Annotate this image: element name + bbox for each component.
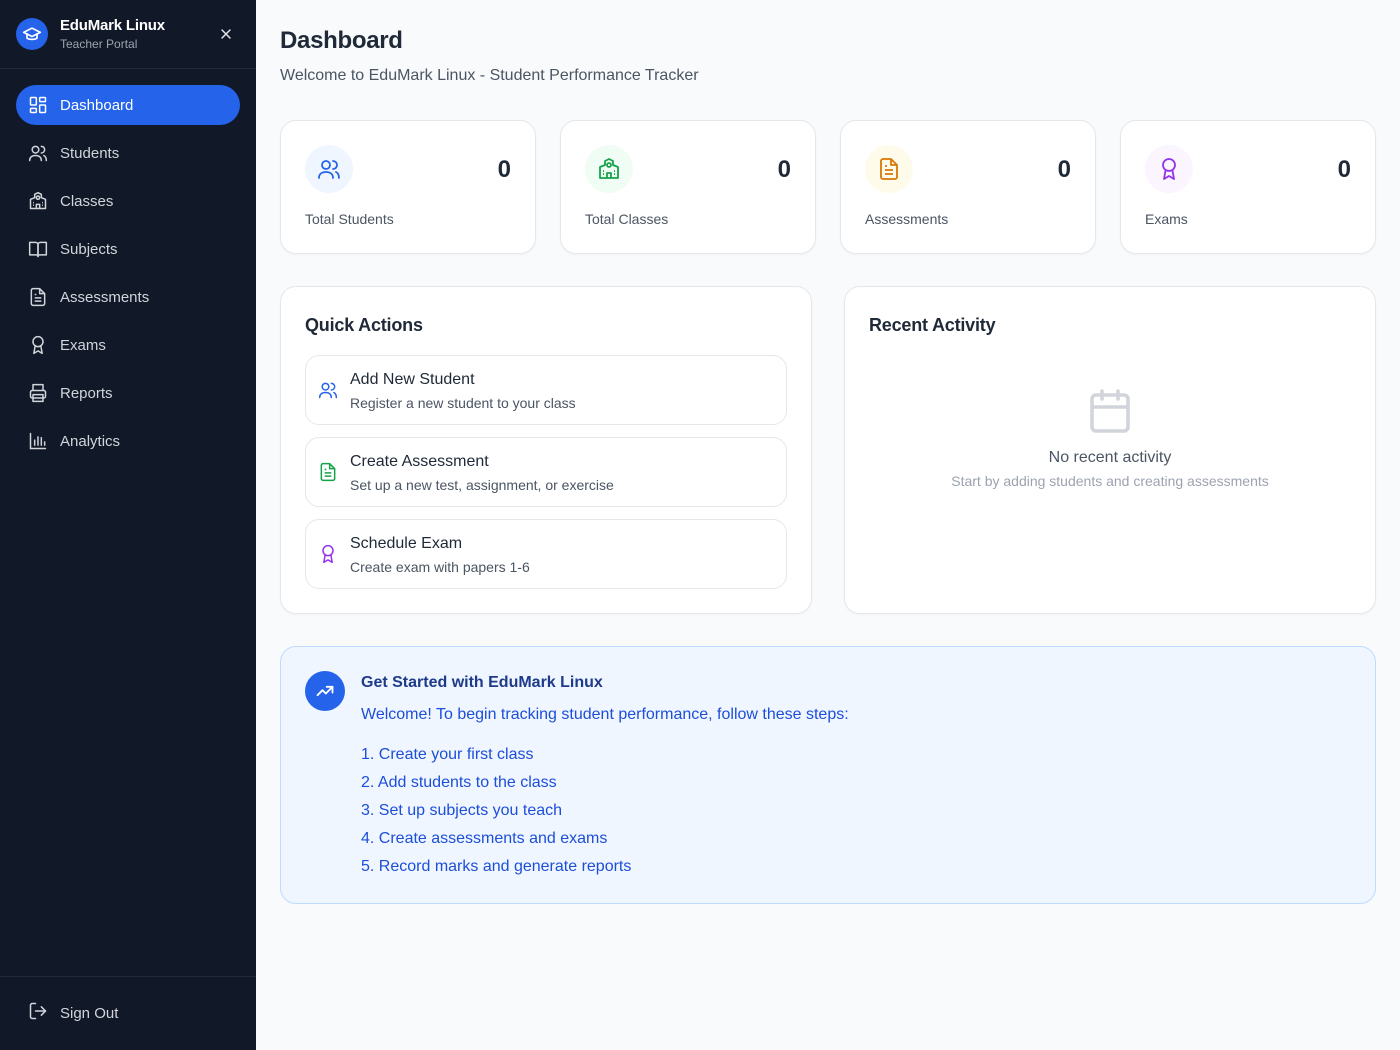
empty-state-subtitle: Start by adding students and creating as… — [951, 473, 1269, 489]
users-icon — [28, 143, 48, 163]
action-title: Create Assessment — [350, 453, 489, 470]
step-item: 4. Create assessments and exams — [361, 830, 608, 847]
stat-label: Total Students — [305, 211, 394, 227]
document-icon — [318, 462, 338, 482]
printer-icon — [28, 383, 48, 403]
trending-up-icon — [305, 671, 345, 711]
action-title: Schedule Exam — [350, 535, 463, 552]
empty-state: No recent activity Start by adding stude… — [845, 387, 1375, 489]
sidebar-item-subjects[interactable]: Subjects — [16, 229, 240, 269]
stat-value: 0 — [777, 156, 791, 183]
recent-activity-panel: Recent Activity No recent activity Start… — [844, 286, 1376, 614]
get-started-panel: Get Started with EduMark Linux Welcome! … — [280, 646, 1376, 904]
document-icon — [28, 287, 48, 307]
sidebar-item-label: Assessments — [60, 288, 150, 306]
stat-card-exams: 0 Exams — [1120, 120, 1376, 254]
sidebar-footer: Sign Out — [0, 976, 256, 1050]
action-description: Create exam with papers 1-6 — [350, 559, 530, 575]
document-icon — [865, 145, 913, 193]
sidebar-item-label: Students — [60, 144, 120, 162]
school-icon — [28, 191, 48, 211]
sidebar-nav: Dashboard Students Classes Subjects Asse… — [0, 69, 256, 461]
brand-subtitle: Teacher Portal — [60, 37, 138, 51]
sidebar-item-label: Exams — [60, 336, 106, 354]
sidebar-item-label: Analytics — [60, 432, 121, 450]
step-item: 5. Record marks and generate reports — [361, 858, 632, 875]
award-icon — [318, 544, 338, 564]
quick-actions-panel: Quick Actions Add New Student Register a… — [280, 286, 812, 614]
schedule-exam-button[interactable]: Schedule Exam Create exam with papers 1-… — [305, 519, 787, 589]
stat-card-classes: 0 Total Classes — [560, 120, 816, 254]
sidebar-item-label: Reports — [60, 384, 113, 402]
stat-value: 0 — [1057, 156, 1071, 183]
create-assessment-button[interactable]: Create Assessment Set up a new test, ass… — [305, 437, 787, 507]
sidebar-item-classes[interactable]: Classes — [16, 181, 240, 221]
graduation-cap-icon — [16, 18, 48, 50]
get-started-steps: 1. Create your first class 2. Add studen… — [361, 746, 631, 886]
sidebar-item-label: Dashboard — [60, 96, 134, 114]
step-item: 3. Set up subjects you teach — [361, 802, 563, 819]
get-started-intro: Welcome! To begin tracking student perfo… — [361, 706, 849, 723]
stat-value: 0 — [497, 156, 511, 183]
action-description: Register a new student to your class — [350, 395, 576, 411]
award-icon — [28, 335, 48, 355]
brand-title: EduMark Linux — [60, 17, 165, 34]
panel-title: Recent Activity — [869, 315, 996, 335]
book-icon — [28, 239, 48, 259]
stat-card-students: 0 Total Students — [280, 120, 536, 254]
calendar-icon — [845, 387, 1375, 435]
add-new-student-button[interactable]: Add New Student Register a new student t… — [305, 355, 787, 425]
bar-chart-icon — [28, 431, 48, 451]
close-icon — [221, 29, 231, 39]
sidebar-item-label: Classes — [60, 192, 114, 210]
stat-label: Exams — [1145, 211, 1188, 227]
brand-header: EduMark Linux Teacher Portal — [0, 0, 256, 69]
action-title: Add New Student — [350, 371, 475, 388]
sidebar-item-analytics[interactable]: Analytics — [16, 421, 240, 461]
empty-state-title: No recent activity — [1048, 449, 1172, 466]
users-icon — [318, 380, 338, 400]
users-icon — [305, 145, 353, 193]
step-item: 2. Add students to the class — [361, 774, 557, 791]
panel-title: Quick Actions — [305, 315, 423, 335]
logout-icon — [28, 1001, 48, 1025]
stat-card-assessments: 0 Assessments — [840, 120, 1096, 254]
stats-row: 0 Total Students 0 Total Classes 0 Asses… — [280, 120, 1376, 254]
action-description: Set up a new test, assignment, or exerci… — [350, 477, 614, 493]
get-started-title: Get Started with EduMark Linux — [361, 674, 603, 691]
school-icon — [585, 145, 633, 193]
sidebar: EduMark Linux Teacher Portal Dashboard S… — [0, 0, 256, 1050]
step-item: 1. Create your first class — [361, 746, 534, 763]
sidebar-item-assessments[interactable]: Assessments — [16, 277, 240, 317]
award-icon — [1145, 145, 1193, 193]
page-subtitle: Welcome to EduMark Linux - Student Perfo… — [280, 67, 699, 84]
sidebar-item-students[interactable]: Students — [16, 133, 240, 173]
stat-label: Assessments — [865, 211, 949, 227]
stat-label: Total Classes — [585, 211, 669, 227]
stat-value: 0 — [1337, 156, 1351, 183]
dashboard-icon — [28, 95, 48, 115]
close-sidebar-button[interactable] — [214, 22, 238, 46]
sign-out-label: Sign Out — [60, 1004, 119, 1022]
sidebar-item-exams[interactable]: Exams — [16, 325, 240, 365]
sign-out-button[interactable]: Sign Out — [16, 993, 240, 1033]
sidebar-item-label: Subjects — [60, 240, 118, 258]
sidebar-item-reports[interactable]: Reports — [16, 373, 240, 413]
sidebar-item-dashboard[interactable]: Dashboard — [16, 85, 240, 125]
page-title: Dashboard — [280, 27, 403, 54]
